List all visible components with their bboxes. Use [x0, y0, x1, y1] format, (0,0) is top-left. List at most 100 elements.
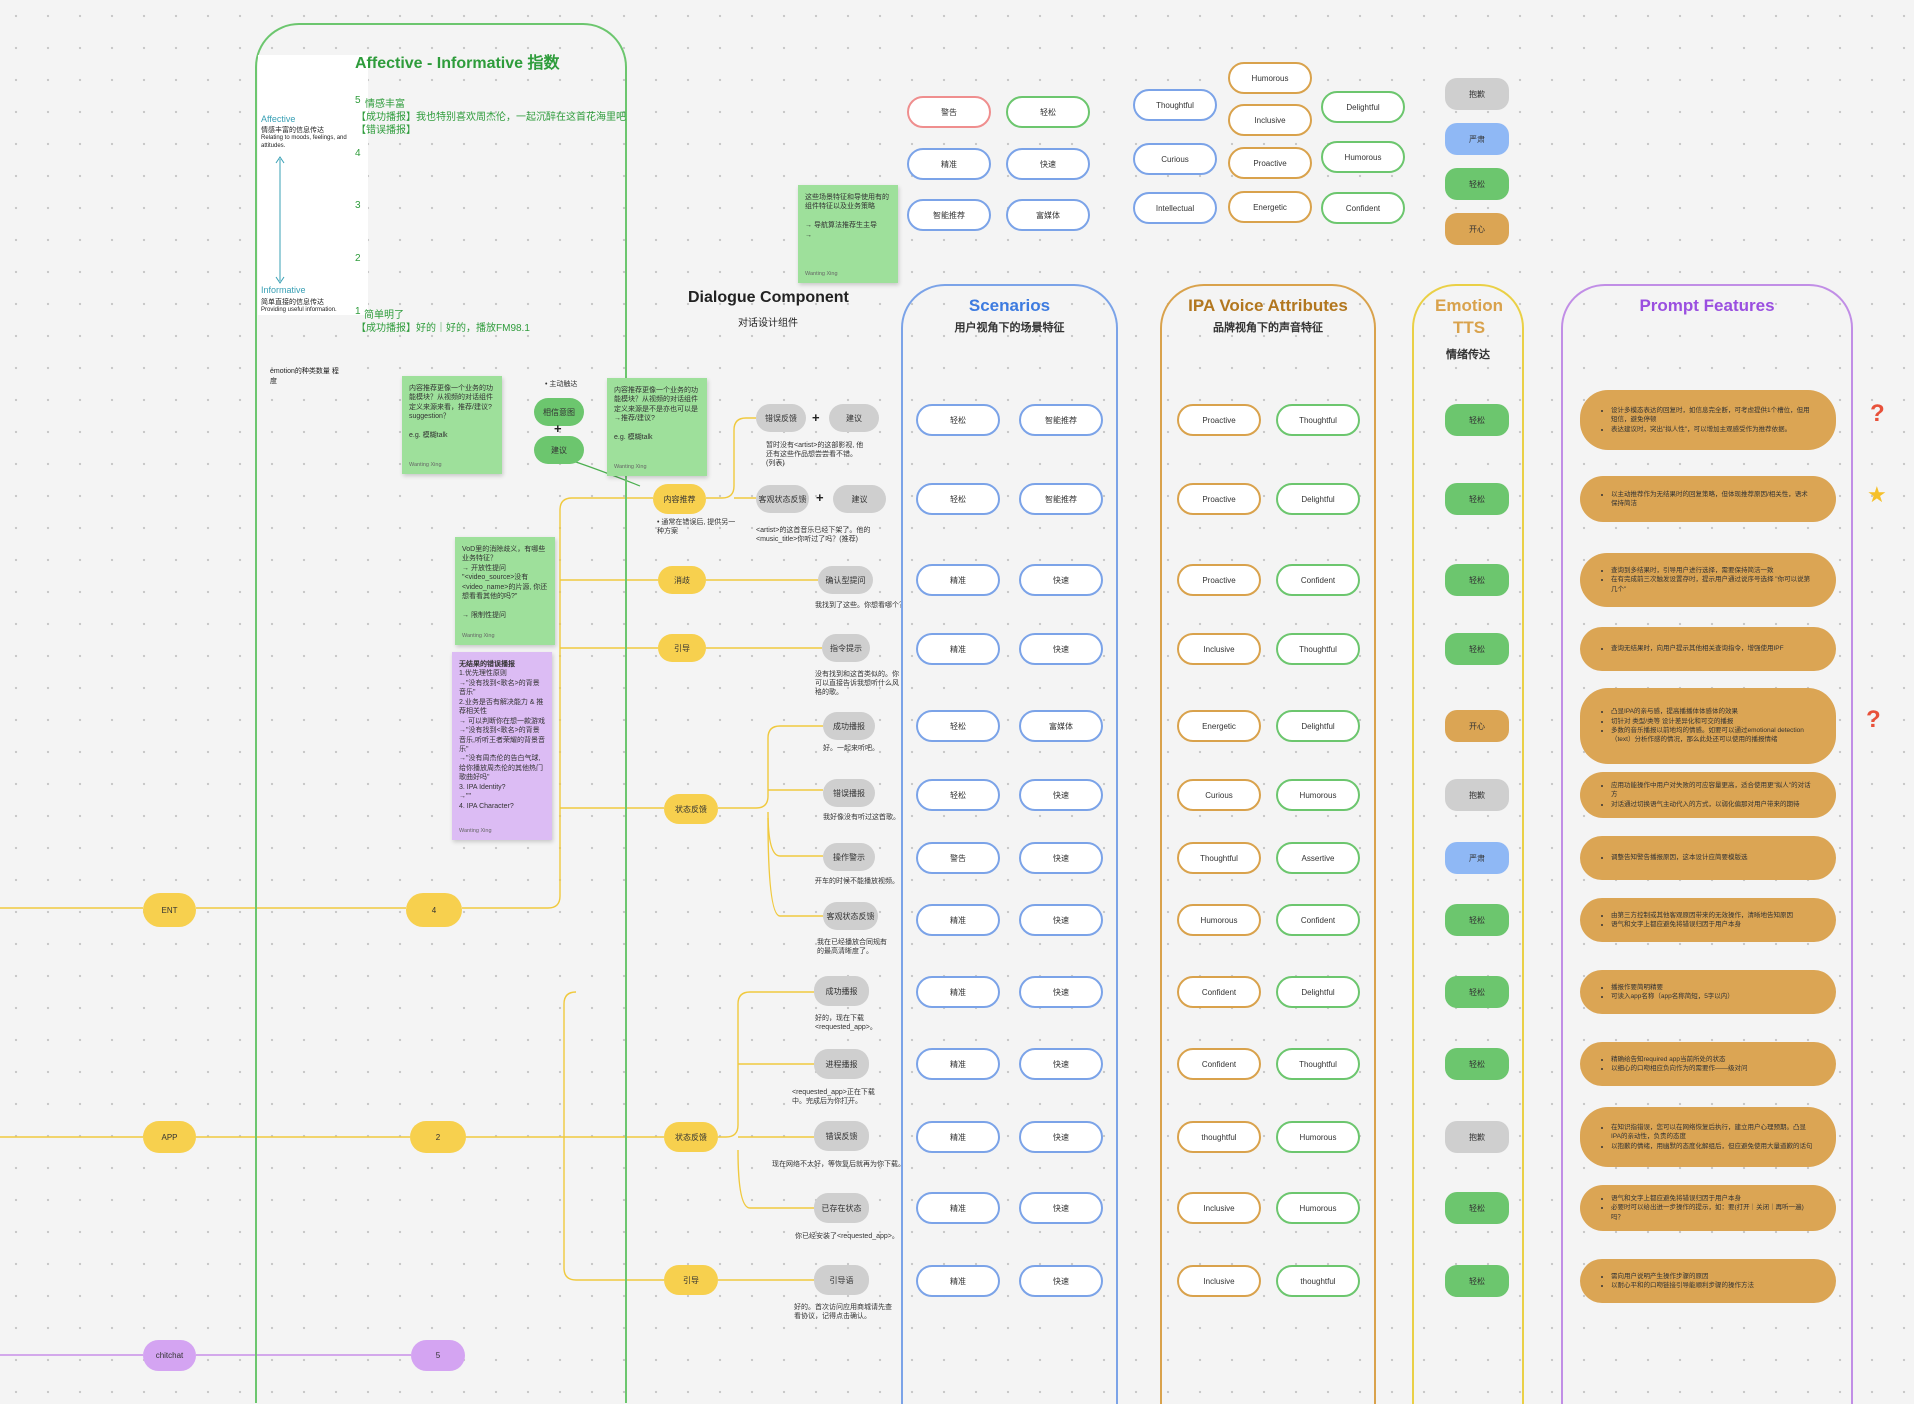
- scenario-pill[interactable]: 轻松: [916, 483, 1000, 515]
- objective-status-node[interactable]: 客观状态反馈: [823, 902, 878, 930]
- scenario-pill[interactable]: 快速: [1019, 842, 1103, 874]
- chitchat-count-node[interactable]: 5: [411, 1340, 465, 1371]
- scenario-pill[interactable]: 快速: [1019, 1048, 1103, 1080]
- emotion-tts-tag[interactable]: 轻松: [1445, 976, 1509, 1008]
- prompt-feature-card[interactable]: 由第三方控制或其他客观原因带来的无效操作，清晰地告知原因语气和文字上都应避免将错…: [1580, 898, 1836, 942]
- emotion-tts-tag[interactable]: 轻松: [1445, 1192, 1509, 1224]
- emotion-tts-tag[interactable]: 轻松: [1445, 1265, 1509, 1297]
- scenario-pill[interactable]: 快速: [1019, 633, 1103, 665]
- sticky-note-content-recommend[interactable]: 内容推荐更像一个业务的功能模块？从视频的对话组件定义来源来看，推荐/建议?sug…: [402, 376, 502, 474]
- emotion-tts-tag[interactable]: 轻松: [1445, 1048, 1509, 1080]
- voice-pill-confident[interactable]: Confident: [1321, 192, 1405, 224]
- objective-status-node[interactable]: 客观状态反馈: [756, 485, 809, 513]
- error-broadcast-node[interactable]: 错误播报: [823, 779, 875, 807]
- scenario-pill[interactable]: 精准: [916, 904, 1000, 936]
- voice-pill[interactable]: Inclusive: [1177, 1265, 1261, 1297]
- voice-pill-humorous-2[interactable]: Humorous: [1321, 141, 1405, 173]
- operation-warning-node[interactable]: 操作警示: [823, 843, 875, 871]
- scenario-pill[interactable]: 快速: [1019, 564, 1103, 596]
- voice-pill[interactable]: Thoughtful: [1276, 404, 1360, 436]
- voice-pill[interactable]: Inclusive: [1177, 1192, 1261, 1224]
- voice-pill-curious[interactable]: Curious: [1133, 143, 1217, 175]
- success-broadcast-node[interactable]: 成功播报: [823, 712, 875, 740]
- scenario-pill[interactable]: 快速: [1019, 1265, 1103, 1297]
- scenario-pill[interactable]: 精准: [916, 564, 1000, 596]
- emotion-tts-tag[interactable]: 轻松: [1445, 483, 1509, 515]
- prompt-feature-card[interactable]: 需向用户说明产生操作步骤的原因以耐心平和的口吻链接引导能顺利步骤的操作方法: [1580, 1259, 1836, 1303]
- voice-pill[interactable]: Confident: [1276, 564, 1360, 596]
- ent-count-node[interactable]: 4: [406, 893, 462, 927]
- status-feedback-node[interactable]: 状态反馈: [664, 794, 718, 824]
- voice-pill[interactable]: Proactive: [1177, 564, 1261, 596]
- voice-pill[interactable]: Delightful: [1276, 483, 1360, 515]
- chitchat-node[interactable]: chitchat: [143, 1340, 196, 1371]
- legend-pill-precise[interactable]: 精准: [907, 148, 991, 180]
- scenario-pill[interactable]: 快速: [1019, 779, 1103, 811]
- voice-pill-delightful[interactable]: Delightful: [1321, 91, 1405, 123]
- voice-pill[interactable]: Humorous: [1276, 1192, 1360, 1224]
- voice-pill[interactable]: Confident: [1177, 976, 1261, 1008]
- app-node[interactable]: APP: [143, 1121, 196, 1153]
- voice-pill[interactable]: Thoughtful: [1276, 1048, 1360, 1080]
- legend-emotion-serious[interactable]: 严肃: [1445, 123, 1509, 155]
- voice-pill-intellectual[interactable]: Intellectual: [1133, 192, 1217, 224]
- prompt-feature-card[interactable]: 查询无结果时，向用户提示其他相关查询指令，增强使用IPF: [1580, 627, 1836, 671]
- scenario-pill[interactable]: 警告: [916, 842, 1000, 874]
- app-guide-node[interactable]: 引导: [664, 1265, 718, 1295]
- prompt-feature-card[interactable]: 调整告知警告播报原因，这本设计应简要模版选: [1580, 836, 1836, 880]
- prompt-feature-card[interactable]: 以主动推荐作为无结果时的回复策略，但体现推荐原因/相关性，语术保持简洁: [1580, 476, 1836, 522]
- voice-pill-proactive[interactable]: Proactive: [1228, 147, 1312, 179]
- sticky-note-content-recommend-2[interactable]: 内容推荐更像一个业务的功能模块？从视频的对话组件定义来源是不是亦也可以是→推荐/…: [607, 378, 707, 476]
- legend-pill-relaxed[interactable]: 轻松: [1006, 96, 1090, 128]
- scenario-pill[interactable]: 快速: [1019, 1121, 1103, 1153]
- sticky-note-vod-disambiguation[interactable]: VoD里的消除歧义，有哪些业务特征？ → 开放性提问 "<video_sourc…: [455, 537, 555, 645]
- voice-pill[interactable]: Curious: [1177, 779, 1261, 811]
- voice-pill-inclusive[interactable]: Inclusive: [1228, 104, 1312, 136]
- suggest-node[interactable]: 建议: [534, 436, 584, 464]
- voice-pill[interactable]: Energetic: [1177, 710, 1261, 742]
- voice-pill[interactable]: Thoughtful: [1177, 842, 1261, 874]
- voice-pill[interactable]: Inclusive: [1177, 633, 1261, 665]
- emotion-tts-tag[interactable]: 轻松: [1445, 904, 1509, 936]
- emotion-tts-tag[interactable]: 开心: [1445, 710, 1509, 742]
- app-status-feedback-node[interactable]: 状态反馈: [664, 1122, 718, 1152]
- legend-pill-warning[interactable]: 警告: [907, 96, 991, 128]
- emotion-tts-tag[interactable]: 轻松: [1445, 633, 1509, 665]
- error-feedback-node[interactable]: 错误反馈: [756, 404, 806, 432]
- scenario-pill[interactable]: 精准: [916, 1121, 1000, 1153]
- legend-pill-rich-media[interactable]: 富媒体: [1006, 199, 1090, 231]
- voice-pill[interactable]: Proactive: [1177, 483, 1261, 515]
- prompt-feature-card[interactable]: 语气和文字上都应避免将错误归因于用户本身必要时可以给出进一步操作的提示，如：要(…: [1580, 1185, 1836, 1231]
- prompt-feature-card[interactable]: 凸显IPA的亲与感，提高播播体体感体的效果切针对 类型/类等 设计差异化和可交的…: [1580, 688, 1836, 764]
- sticky-note-scenario-features[interactable]: 这些场景特征和导使用有的组件特征以及业务策略 → 导航算法推荐生主导 → Wan…: [798, 185, 898, 283]
- scenario-pill[interactable]: 富媒体: [1019, 710, 1103, 742]
- legend-emotion-happy[interactable]: 开心: [1445, 213, 1509, 245]
- suggest-node[interactable]: 建议: [833, 485, 886, 513]
- scenario-pill[interactable]: 精准: [916, 976, 1000, 1008]
- voice-pill[interactable]: Confident: [1177, 1048, 1261, 1080]
- legend-emotion-sorry[interactable]: 抱歉: [1445, 78, 1509, 110]
- instruction-tip-node[interactable]: 指令提示: [822, 634, 870, 662]
- sticky-note-no-result-error[interactable]: 无结果的错误播报 1.优先理性原则 →"没有找到<歌名>的背景音乐" 2.业务是…: [452, 652, 552, 840]
- confirm-question-node[interactable]: 确认型提问: [818, 566, 873, 594]
- suggest-node[interactable]: 建议: [829, 404, 879, 432]
- prompt-feature-card[interactable]: 精确给告知required app当前所处的状态以细心的口吻相应负向作为的需要作…: [1580, 1042, 1836, 1086]
- voice-pill[interactable]: thoughtful: [1276, 1265, 1360, 1297]
- scenario-pill[interactable]: 轻松: [916, 404, 1000, 436]
- scenario-pill[interactable]: 快速: [1019, 976, 1103, 1008]
- guide-phrase-node[interactable]: 引导语: [814, 1265, 869, 1295]
- legend-emotion-relaxed[interactable]: 轻松: [1445, 168, 1509, 200]
- voice-pill-humorous[interactable]: Humorous: [1228, 62, 1312, 94]
- already-exists-node[interactable]: 已存在状态: [814, 1193, 869, 1223]
- ent-node[interactable]: ENT: [143, 893, 196, 927]
- voice-pill[interactable]: Confident: [1276, 904, 1360, 936]
- emotion-tts-tag[interactable]: 抱歉: [1445, 1121, 1509, 1153]
- voice-pill[interactable]: Assertive: [1276, 842, 1360, 874]
- scenario-pill[interactable]: 精准: [916, 1192, 1000, 1224]
- scenario-pill[interactable]: 轻松: [916, 779, 1000, 811]
- prompt-feature-card[interactable]: 查询到多结果时，引导用户进行选择，需要保持简洁一致在有完成前三次触发设置存时，提…: [1580, 553, 1836, 607]
- scenario-pill[interactable]: 智能推荐: [1019, 483, 1103, 515]
- voice-pill[interactable]: Humorous: [1177, 904, 1261, 936]
- voice-pill[interactable]: Delightful: [1276, 710, 1360, 742]
- emotion-tts-tag[interactable]: 轻松: [1445, 404, 1509, 436]
